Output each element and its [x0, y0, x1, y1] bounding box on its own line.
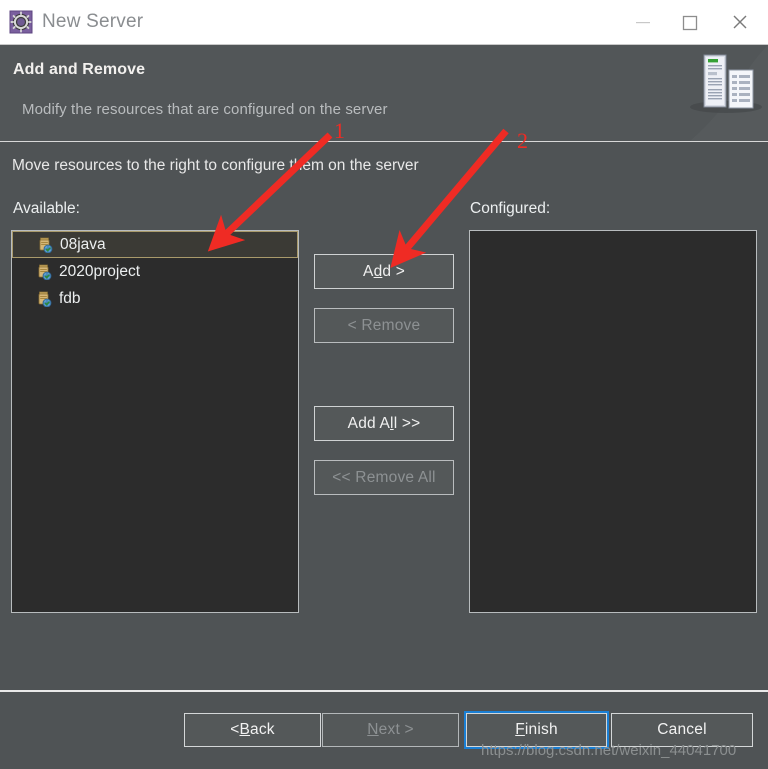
list-item[interactable]: fdb — [12, 285, 298, 312]
configured-label: Configured: — [470, 200, 551, 217]
list-item[interactable]: 08java — [12, 231, 298, 258]
wizard-header: Add and Remove Modify the resources that… — [0, 45, 768, 141]
configured-list[interactable] — [469, 230, 757, 613]
web-module-icon-icon — [36, 291, 52, 307]
list-item-label: fdb — [59, 289, 81, 307]
add-all-button[interactable]: Add All >> — [314, 406, 454, 441]
list-item-label: 2020project — [59, 262, 141, 280]
maximize-icon[interactable] — [666, 0, 712, 44]
remove-button: < Remove — [314, 308, 454, 343]
watermark-text: https://blog.csdn.net/weixin_44041700 — [481, 742, 737, 759]
web-module-icon-icon — [37, 237, 53, 253]
annotation-number-2: 2 — [517, 128, 528, 153]
server-gear-icon — [9, 10, 33, 34]
available-list[interactable]: 08java 2020project fdb — [11, 230, 299, 613]
close-icon[interactable] — [712, 0, 768, 44]
button-label: Next > — [322, 713, 459, 747]
minimize-icon[interactable] — [620, 0, 666, 44]
window-title: New Server — [42, 11, 144, 32]
server-tower-icon — [680, 45, 768, 141]
dialog-body: Move resources to the right to configure… — [0, 142, 768, 690]
instruction-text: Move resources to the right to configure… — [12, 157, 419, 174]
add-button[interactable]: Add > — [314, 254, 454, 289]
remove-all-button: << Remove All — [314, 460, 454, 495]
list-item[interactable]: 2020project — [12, 258, 298, 285]
button-label: < Back — [184, 713, 321, 747]
page-subtitle: Modify the resources that are configured… — [22, 101, 388, 118]
web-module-icon-icon — [36, 264, 52, 280]
window-titlebar: New Server — [0, 0, 768, 45]
list-item-label: 08java — [60, 235, 106, 253]
page-title: Add and Remove — [13, 61, 146, 78]
available-label: Available: — [13, 200, 80, 217]
new-server-dialog: New Server Add and Remove Modify the res… — [0, 0, 768, 769]
annotation-number-1: 1 — [334, 118, 345, 143]
